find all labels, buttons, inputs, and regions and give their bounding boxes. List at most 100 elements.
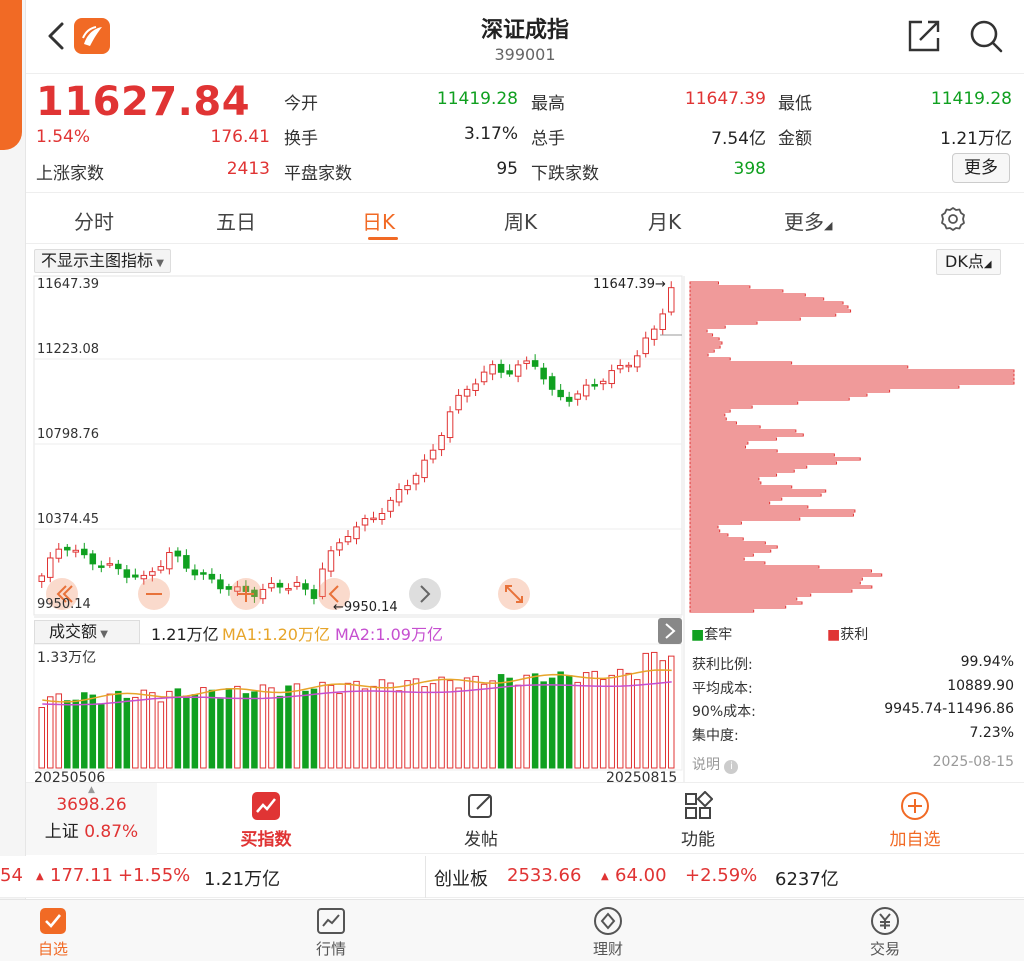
volume-bar [64,700,71,769]
plus-circle-icon [900,791,930,821]
chip-bar [689,393,868,397]
candle-body [72,549,80,553]
volume-bar [106,693,114,769]
add-watchlist-button[interactable]: 加自选 [865,791,965,850]
ticker-cyb-value: 2533.66 [507,865,582,886]
volume-ma1: MA1:1.20万亿 [222,625,330,644]
chip-bar [689,509,856,513]
chip-bar [689,389,891,393]
chip-bar [689,365,909,369]
candle-body [89,553,97,565]
candle-body [38,575,46,582]
volume-bar [378,679,386,769]
trend-chart-icon [251,791,281,821]
price-tick-4: 10374.45 [37,512,100,527]
post-button[interactable]: 发帖 [431,791,531,850]
nav-wealth[interactable]: 理财 [563,906,653,959]
volume-bar [446,680,454,769]
candle-body [225,586,233,590]
chip-bar [689,281,719,285]
nav-watchlist[interactable]: 自选 [8,906,98,959]
candle-body [429,449,437,460]
chip-bar [689,397,850,401]
candle-body [157,566,165,571]
mini-index-card[interactable]: ▲ 3698.26 上证 0.87% [26,783,157,855]
nav-trade[interactable]: 交易 [840,906,930,959]
nav-market[interactable]: 行情 [286,906,376,959]
volume-bar [582,672,590,769]
chip-bar [689,573,883,577]
chip-bar [689,533,729,537]
mini-index-name: 上证 [44,822,79,842]
candle-body [395,489,403,503]
chip-bar [689,313,837,317]
action-bar: ▲ 3698.26 上证 0.87% 买指数 发帖 功能 加自选 [26,782,1024,855]
chip-bar [689,601,803,605]
volume-bar [633,679,641,769]
chip-bar [689,377,1015,381]
zoom-in-button[interactable] [230,578,262,610]
volume-bar [616,668,624,769]
candle-body [200,572,207,575]
chip-bar [689,537,744,541]
candle-body [174,550,182,557]
collapse-panel-button[interactable] [658,618,682,644]
info-icon: i [724,760,739,774]
price-pane-border [33,275,683,616]
chip-bar [689,549,772,553]
main-indicator-select[interactable]: 不显示主图指标 ▼ [34,249,171,273]
buy-index-label: 买指数 [240,830,292,850]
chip-bar [689,325,726,329]
yen-icon [870,906,900,936]
zoom-out-button[interactable] [138,578,170,610]
chip-bar [689,465,808,469]
volume-indicator-select[interactable]: 成交额 ▼ [34,620,140,644]
volume-bar [208,689,216,769]
scroll-right-button[interactable] [409,578,441,610]
volume-bar [183,695,190,769]
chip-bar [689,469,795,473]
volume-bar [72,699,80,769]
chip-row-concentration: 集中度: 7.23% [692,725,1014,745]
candle-body [616,364,624,370]
legend-trapped-label: 套牢 [704,627,733,643]
chip-row-avg-cost: 平均成本: 10889.90 [692,678,1014,698]
volume-bar [38,707,46,769]
legend-profit-label: 获利 [840,627,869,643]
candle-body [633,355,641,368]
chip-bar [689,437,777,441]
candle-body [106,563,114,566]
chip-bar [689,337,720,341]
volume-bar [174,688,182,769]
chip-bar [689,409,731,413]
chip-bar [689,569,872,573]
volume-bar [89,694,97,769]
dk-point-button[interactable]: DK点◢ [936,249,1001,275]
functions-button[interactable]: 功能 [648,790,748,850]
chip-note-button[interactable]: 说明 i [692,757,739,774]
chip-bar [689,593,812,597]
fullscreen-button[interactable] [498,578,530,610]
candle-body [149,571,156,576]
chip-bar [689,485,793,489]
candle-body [370,517,377,521]
chip-bar [689,405,753,409]
buy-index-button[interactable]: 买指数 [216,791,316,850]
legend-profit-swatch: ■ [827,627,841,643]
index-ticker[interactable]: 54 ▲ 177.11 +1.55% 1.21万亿 创业板 2533.66 ▲ … [0,856,1024,898]
chip-row-profit-ratio: 获利比例: 99.94% [692,654,1014,674]
chip-row-value: 7.23% [969,725,1014,741]
chip-bar [689,597,798,601]
mini-index-pct: 0.87% [84,822,139,842]
candle-body [608,370,615,385]
chip-bar [689,517,801,521]
chip-bar [689,385,960,389]
candle-body [387,499,394,512]
candle-body [514,364,522,377]
chip-bar [689,557,745,561]
candle-body [302,583,309,590]
price-tick-2: 11223.08 [37,342,100,357]
chip-bar [689,529,721,533]
candle-body [472,383,479,391]
candle-body [361,518,369,526]
